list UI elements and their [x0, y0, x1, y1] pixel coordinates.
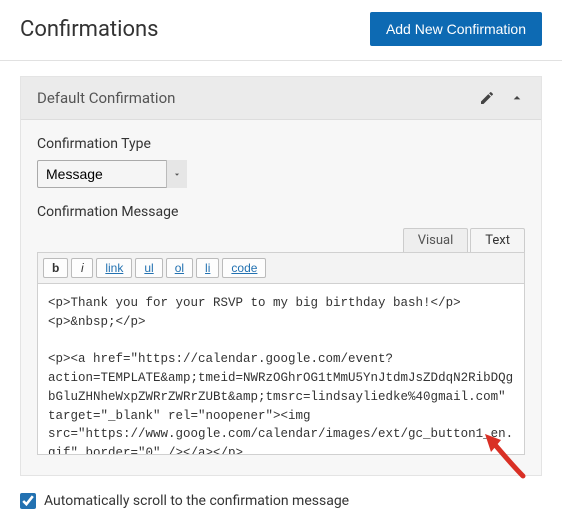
toolbar-ul-button[interactable]: ul — [135, 258, 162, 278]
toolbar-ol-button[interactable]: ol — [166, 258, 193, 278]
confirmation-message-label: Confirmation Message — [37, 204, 525, 220]
add-new-confirmation-button[interactable]: Add New Confirmation — [370, 12, 542, 46]
message-textarea[interactable] — [37, 284, 525, 455]
message-editor: Visual Text b i link ul ol li code — [37, 228, 525, 459]
confirmation-type-select[interactable]: Message — [37, 160, 187, 188]
toolbar-li-button[interactable]: li — [196, 258, 219, 278]
toolbar-bold-button[interactable]: b — [43, 258, 68, 278]
confirmation-panel: Default Confirmation Confirmation Type M… — [20, 76, 542, 476]
page-title: Confirmations — [20, 17, 159, 42]
toolbar-link-button[interactable]: link — [96, 258, 132, 278]
editor-toolbar: b i link ul ol li code — [37, 252, 525, 284]
tab-visual[interactable]: Visual — [403, 228, 469, 252]
confirmation-type-label: Confirmation Type — [37, 136, 525, 152]
panel-title: Default Confirmation — [37, 89, 175, 107]
collapse-icon[interactable] — [509, 90, 525, 106]
toolbar-italic-button[interactable]: i — [71, 258, 93, 278]
tab-text[interactable]: Text — [470, 228, 525, 252]
edit-icon[interactable] — [479, 90, 495, 106]
auto-scroll-checkbox[interactable] — [20, 493, 36, 509]
toolbar-code-button[interactable]: code — [222, 258, 266, 278]
auto-scroll-label: Automatically scroll to the confirmation… — [44, 493, 349, 509]
